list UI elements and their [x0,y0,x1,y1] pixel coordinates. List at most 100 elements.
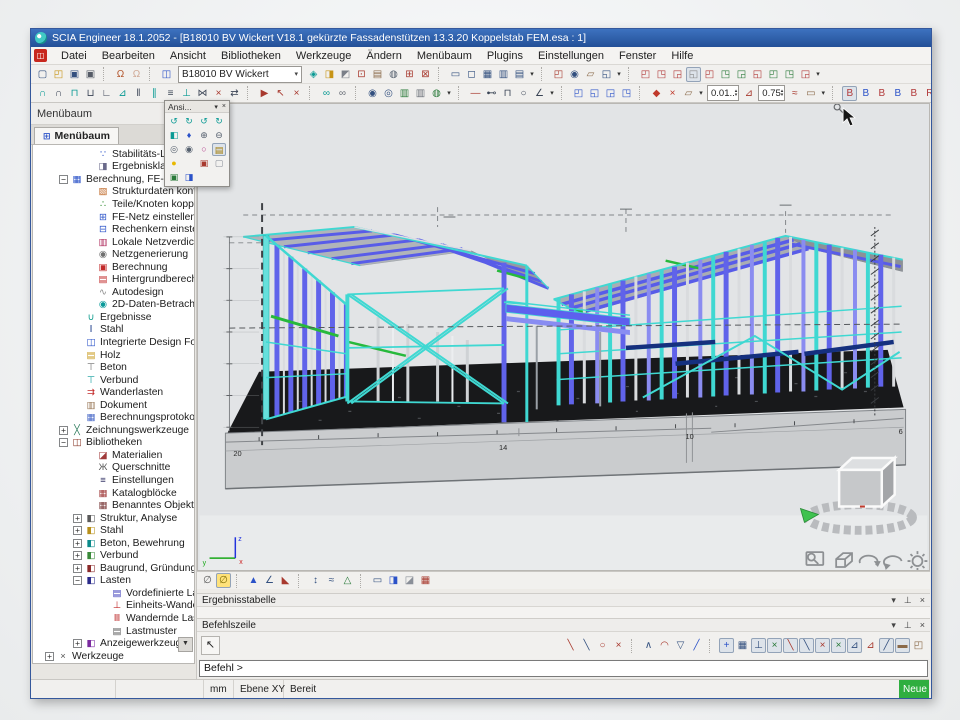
section-tool-icon-2[interactable]: ∩ [51,86,66,101]
filter-dot-icon[interactable]: ◍ [429,86,444,101]
tree-item-berechnungsprotokoll[interactable]: ▦Berechnungsprotokoll [33,411,194,424]
snap-delete-icon[interactable]: × [611,638,626,653]
tree-item-wandernde-lastsyste[interactable]: ⅢWandernde Lastsyste [33,612,194,625]
axonometry-icon[interactable]: ◧ [167,129,181,142]
snap-cursor-icon[interactable]: + [719,638,734,653]
view-frame-icon-1[interactable]: ◰ [638,67,653,82]
expand-node-icon[interactable]: + [59,426,68,435]
view-frame-icon-10[interactable]: ◳ [782,67,797,82]
snap-mode-icon-1[interactable]: ╲ [783,638,798,653]
snap-diag-icon[interactable]: ╱ [689,638,704,653]
snap-line-icon[interactable]: ╲ [563,638,578,653]
section-tool-icon-3[interactable]: ⊓ [67,86,82,101]
snap-mode-icon-6[interactable]: ⊿ [863,638,878,653]
tree-item-hintergrundberechnung[interactable]: ▤Hintergrundberechnung [33,273,194,286]
save-icon[interactable]: ▣ [83,67,98,82]
spinner-arrows-icon[interactable]: ▴▾ [781,89,784,98]
load-labels-icon[interactable]: ◣ [278,573,293,588]
gallery-icon[interactable]: ▤ [370,67,385,82]
ruler-icon[interactable]: ▱ [583,67,598,82]
tree-item-benanntes-objekt[interactable]: ▦Benanntes Objekt [33,499,194,512]
fem-mesh-icon[interactable]: ▦ [418,573,433,588]
support-icon-3[interactable]: B [874,86,889,101]
pin-icon[interactable]: ⊥ [904,595,912,606]
tree-item-querschnitte[interactable]: ЖQuerschnitte [33,462,194,475]
expand-node-icon[interactable]: + [73,514,82,523]
grid-plus-icon[interactable]: ⊞ [402,67,417,82]
tree-item-verbund[interactable]: ⊤Verbund [33,374,194,387]
tree-item-einheits-wanderlast[interactable]: ⊥Einheits-Wanderlast [33,600,194,613]
delete-icon[interactable]: ◆ [649,86,664,101]
chain-icon[interactable]: ∞ [319,86,334,101]
view-frame-icon-3[interactable]: ◲ [670,67,685,82]
print-preview-icon[interactable]: ◻ [464,67,479,82]
support-icon-1[interactable]: B [842,86,857,101]
collapse-node-icon[interactable]: − [59,175,68,184]
prev-view-icon[interactable]: ▤ [212,143,226,156]
clipboard-view-icon[interactable]: ▣ [167,171,181,184]
tree-item-wanderlasten[interactable]: ⇉Wanderlasten [33,386,194,399]
status-units[interactable]: mm [204,680,234,698]
results-table-panel-header[interactable]: Ergebnisstabelle ▾ ⊥ × [197,593,930,607]
chevron-down-icon[interactable]: ▾ [891,620,896,631]
zoom-in-icon[interactable]: ⊕ [197,129,211,142]
save-all-icon[interactable]: ▣ [67,67,82,82]
command-line-panel-header[interactable]: Befehlszeile ▾ ⊥ × [197,618,930,632]
open-project-icon[interactable]: ◰ [51,67,66,82]
snap-mode-icon-3[interactable]: × [815,638,830,653]
pin-icon[interactable]: ⊥ [904,620,912,631]
support-icon-6[interactable]: R [922,86,931,101]
select-arrow-icon[interactable]: ▶ [257,86,272,101]
section-tool-icon-7[interactable]: ‖ [131,86,146,101]
view-frame-icon-2[interactable]: ◳ [654,67,669,82]
shrink-icon[interactable]: ↕ [308,573,323,588]
section-tool-icon-10[interactable]: ⊥ [179,86,194,101]
tree-item-fe-netz-einstellen[interactable]: ⊞FE-Netz einstellen [33,211,194,224]
tree-item-stahl[interactable]: +◧Stahl [33,524,194,537]
rotate-view-icon-3[interactable]: ↺ [197,115,211,128]
tree-item-ergebnisse[interactable]: ∪Ergebnisse [33,311,194,324]
view-frame-icon-7[interactable]: ◲ [734,67,749,82]
tree-item-stahl[interactable]: ⅠStahl [33,324,194,337]
expand-node-icon[interactable]: + [73,539,82,548]
block-icon[interactable]: ▭ [803,86,818,101]
binocular-alt-icon[interactable]: ◎ [381,86,396,101]
tree-item-netzgenerierung[interactable]: ◉Netzgenerierung [33,248,194,261]
model-viewport[interactable]: 20 14 10 6 [197,103,930,571]
ghost-view-icon[interactable]: ◪ [402,573,417,588]
close-icon[interactable]: × [222,103,226,110]
chevron-down-icon[interactable]: ▾ [214,103,218,111]
tree-item-2d-daten-betrachter[interactable]: ◉2D-Daten-Betrachter [33,299,194,312]
tree-item-zeichnungswerkzeuge[interactable]: +╳Zeichnungswerkzeuge [33,424,194,437]
zoom-selection-icon[interactable]: ○ [197,143,211,156]
project-selector[interactable]: B18010 BV Wickert ▾ [178,66,302,83]
snap-cross-icon[interactable]: × [767,638,782,653]
tree-item-dokument[interactable]: ▥Dokument [33,399,194,412]
menu-item-werkzeuge[interactable]: Werkzeuge [289,49,358,63]
view-frame-icon-9[interactable]: ◰ [766,67,781,82]
image-view-icon[interactable]: ▣ [197,157,211,170]
snap-mode-icon-5[interactable]: ⊿ [847,638,862,653]
spinner-arrows-icon[interactable]: ▴▾ [735,89,738,98]
light-icon[interactable]: ● [167,157,181,170]
tree-item-werkzeuge[interactable]: +×Werkzeuge [33,650,194,663]
scale-spinner[interactable]: 0.75 ▴▾ [758,85,785,101]
bracket-icon[interactable]: ⊓ [500,86,515,101]
menu-item-bearbeiten[interactable]: Bearbeiten [95,49,162,63]
section-tool-icon-13[interactable]: ⇄ [227,86,242,101]
tree-item-lokale-netzverdichtung[interactable]: ▥Lokale Netzverdichtung [33,236,194,249]
select-lasso-icon[interactable]: ↖ [273,86,288,101]
print-menu-caret[interactable]: ▾ [528,67,536,82]
tree-item-autodesign[interactable]: ∿Autodesign [33,286,194,299]
nav-cube-face[interactable] [839,470,882,507]
rotate-view-icon-1[interactable]: ↺ [167,115,181,128]
layers-icon[interactable]: ◩ [338,67,353,82]
menu-item-ändern[interactable]: Ändern [359,49,408,63]
node-labels-icon[interactable]: ▲ [246,573,261,588]
view-frame-caret[interactable]: ▾ [814,67,822,82]
menu-item-einstellungen[interactable]: Einstellungen [531,49,611,63]
collapse-node-icon[interactable]: − [73,576,82,585]
volume-icon[interactable]: ▭ [370,573,385,588]
snap-peak-icon[interactable]: ∧ [641,638,656,653]
snap-grid-icon[interactable]: ▦ [735,638,750,653]
